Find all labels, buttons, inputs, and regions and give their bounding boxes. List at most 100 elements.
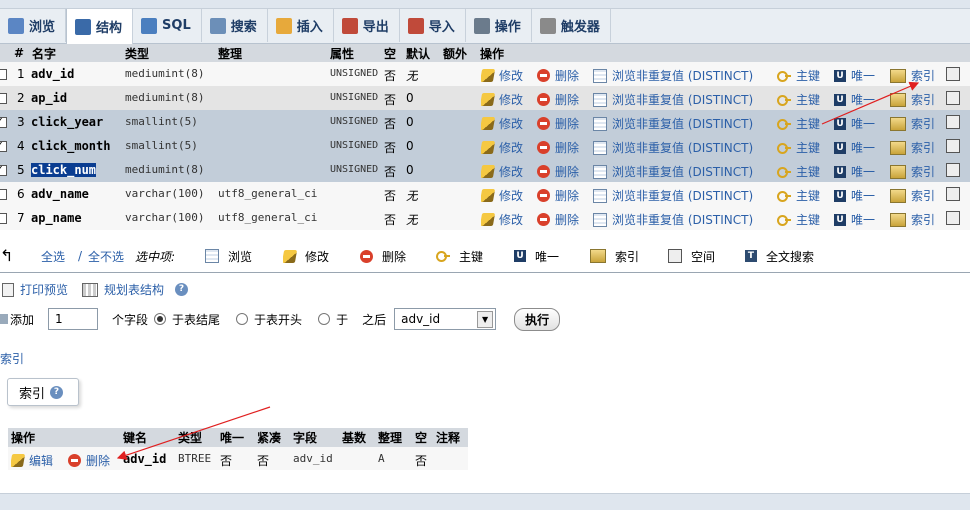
table-row: 1 adv_id mediumint(8) UNSIGNED 否无 修改 删除 浏览非重复值 … (0, 62, 970, 86)
relation-view-link[interactable]: 规划表结构 (104, 281, 164, 298)
index-button[interactable]: 索引 (890, 211, 935, 228)
edit-button[interactable]: 修改 (481, 163, 523, 180)
tab-table[interactable]: 浏览 (0, 9, 67, 42)
check-all-link[interactable]: 全选 (41, 248, 65, 265)
pencil-icon (481, 189, 496, 202)
row-checkbox[interactable] (0, 117, 7, 128)
delete-button[interactable]: 删除 (537, 187, 579, 204)
bulk-unique-button[interactable]: U 唯一 (514, 248, 559, 265)
spatial-button[interactable] (946, 115, 965, 129)
tab-wrench[interactable]: 操作 (466, 9, 532, 42)
bulk-delete-button[interactable]: 删除 (360, 248, 406, 265)
unique-button[interactable]: U 唯一 (834, 187, 875, 204)
spatial-button[interactable] (946, 163, 965, 177)
indexes-legend-label: 索引 (19, 386, 46, 402)
structure-header-row: # 名字 类型 整理 属性 空 默认 额外 操作 (0, 44, 970, 62)
row-checkbox[interactable] (0, 213, 7, 224)
row-checkbox[interactable] (0, 165, 7, 176)
browse-distinct-button[interactable]: 浏览非重复值 (DISTINCT) (593, 115, 753, 132)
spatial-button[interactable] (946, 91, 965, 105)
tab-structure[interactable]: 结构 (66, 9, 134, 44)
delete-button[interactable]: 删除 (537, 163, 579, 180)
at-beginning-radio[interactable] (236, 313, 249, 325)
index-button-label: 索引 (911, 69, 936, 83)
delete-button[interactable]: 删除 (537, 211, 579, 228)
col-default-header: 默认 (406, 46, 431, 61)
primary-key-button[interactable]: 主键 (777, 91, 820, 108)
browse-distinct-button[interactable]: 浏览非重复值 (DISTINCT) (593, 187, 753, 204)
key-icon (777, 214, 791, 226)
help-icon[interactable]: ? (175, 283, 189, 296)
edit-button[interactable]: 修改 (481, 67, 523, 84)
spatial-button[interactable] (946, 67, 965, 81)
tab-trigger[interactable]: 触发器 (532, 9, 611, 42)
at-end-radio[interactable] (154, 313, 167, 325)
browse-distinct-button[interactable]: 浏览非重复值 (DISTINCT) (593, 67, 753, 84)
edit-button-label: 修改 (499, 117, 524, 131)
bulk-index-button[interactable]: 索引 (590, 248, 639, 265)
primary-key-button[interactable]: 主键 (777, 139, 820, 156)
spatial-button[interactable] (946, 139, 965, 153)
tab-export[interactable]: 导出 (334, 9, 400, 42)
tab-insert[interactable]: 插入 (268, 9, 334, 42)
edit-button[interactable]: 修改 (481, 211, 523, 228)
index-button[interactable]: 索引 (890, 91, 935, 108)
index-button[interactable]: 索引 (890, 67, 935, 84)
delete-button[interactable]: 删除 (537, 67, 579, 84)
bulk-unique-label: 唯一 (535, 249, 560, 264)
index-button[interactable]: 索引 (890, 139, 935, 156)
row-checkbox[interactable] (0, 189, 7, 200)
primary-key-button[interactable]: 主键 (777, 187, 820, 204)
index-button[interactable]: 索引 (890, 163, 935, 180)
indexes-link[interactable]: 索引 (0, 350, 24, 367)
spatial-button[interactable] (946, 211, 965, 225)
edit-button[interactable]: 修改 (481, 187, 523, 204)
browse-distinct-button[interactable]: 浏览非重复值 (DISTINCT) (593, 211, 753, 228)
index-delete-button[interactable]: 删除 (68, 452, 110, 469)
tab-import[interactable]: 导入 (400, 9, 466, 42)
delete-button[interactable]: 删除 (537, 139, 579, 156)
bulk-edit-button[interactable]: 修改 (283, 248, 329, 265)
tab-sql[interactable]: SQL (133, 9, 202, 42)
after-radio[interactable] (318, 313, 331, 325)
bulk-fulltext-button[interactable]: T 全文搜索 (745, 248, 814, 265)
spatial-button[interactable] (946, 187, 965, 201)
index-button[interactable]: 索引 (890, 115, 935, 132)
primary-key-button[interactable]: 主键 (777, 211, 820, 228)
primary-key-button[interactable]: 主键 (777, 163, 820, 180)
help-icon[interactable]: ? (50, 385, 64, 399)
index-button[interactable]: 索引 (890, 187, 935, 204)
row-checkbox[interactable] (0, 93, 7, 104)
tab-search[interactable]: 搜索 (202, 9, 268, 42)
unique-button[interactable]: U 唯一 (834, 163, 875, 180)
unique-button[interactable]: U 唯一 (834, 211, 875, 228)
row-checkbox[interactable] (0, 141, 7, 152)
delete-button[interactable]: 删除 (537, 91, 579, 108)
edit-button[interactable]: 修改 (481, 139, 523, 156)
print-view-link[interactable]: 打印预览 (20, 281, 68, 298)
unique-icon: U (834, 189, 846, 202)
primary-key-button[interactable]: 主键 (777, 115, 820, 132)
edit-button[interactable]: 修改 (481, 115, 523, 132)
edit-button[interactable]: 修改 (481, 91, 523, 108)
browse-distinct-button[interactable]: 浏览非重复值 (DISTINCT) (593, 91, 753, 108)
bulk-primary-button[interactable]: 主键 (436, 248, 483, 265)
bulk-browse-button[interactable]: 浏览 (205, 248, 252, 265)
search-icon (209, 17, 226, 34)
delete-button[interactable]: 删除 (537, 115, 579, 132)
browse-distinct-button[interactable]: 浏览非重复值 (DISTINCT) (593, 163, 753, 180)
after-field-select[interactable]: adv_id ▼ (394, 308, 497, 330)
field-count-input[interactable]: 1 (48, 308, 99, 330)
uncheck-all-link[interactable]: 全不选 (88, 248, 124, 265)
index-edit-button[interactable]: 编辑 (11, 452, 53, 469)
row-checkbox[interactable] (0, 69, 7, 80)
unique-button[interactable]: U 唯一 (834, 139, 875, 156)
unique-button[interactable]: U 唯一 (834, 67, 875, 84)
unique-button[interactable]: U 唯一 (834, 115, 875, 132)
unique-button[interactable]: U 唯一 (834, 91, 875, 108)
idx-unique-header: 唯一 (220, 431, 245, 445)
go-button[interactable]: 执行 (514, 307, 561, 331)
primary-key-button[interactable]: 主键 (777, 67, 820, 84)
bulk-spatial-button[interactable]: 空间 (668, 248, 715, 265)
browse-distinct-button[interactable]: 浏览非重复值 (DISTINCT) (593, 139, 753, 156)
